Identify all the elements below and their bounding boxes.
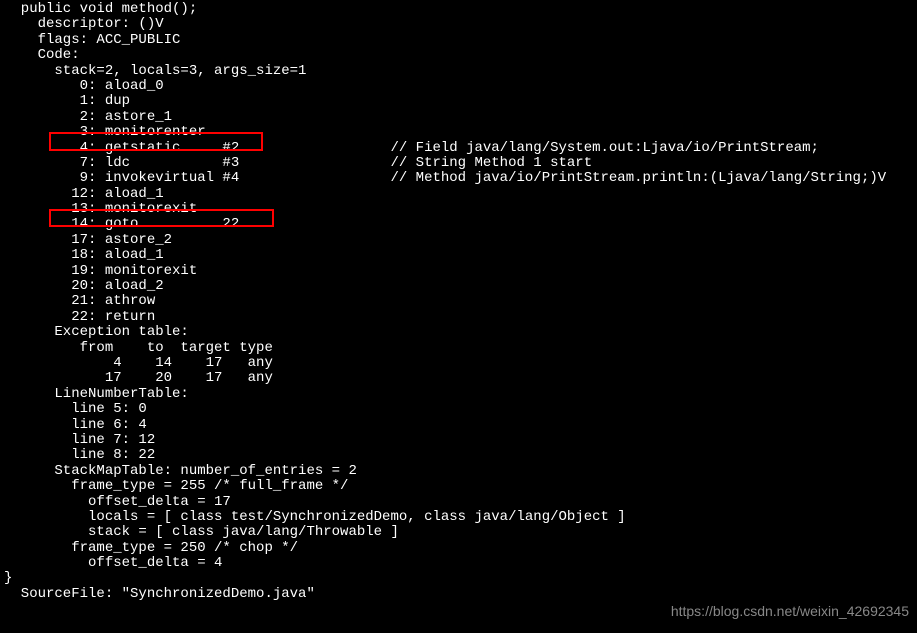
code-line: flags: ACC_PUBLIC bbox=[4, 33, 913, 48]
code-line: 17: astore_2 bbox=[4, 233, 913, 248]
code-line: 19: monitorexit bbox=[4, 264, 913, 279]
code-line: 1: dup bbox=[4, 94, 913, 109]
code-line: 3: monitorenter bbox=[4, 125, 913, 140]
code-line: 0: aload_0 bbox=[4, 79, 913, 94]
bytecode-listing: public void method(); descriptor: ()V fl… bbox=[0, 0, 917, 604]
code-line: 12: aload_1 bbox=[4, 187, 913, 202]
code-line: line 6: 4 bbox=[4, 418, 913, 433]
code-line: 21: athrow bbox=[4, 294, 913, 309]
code-line: } bbox=[4, 571, 913, 586]
code-line: 7: ldc #3 // String Method 1 start bbox=[4, 156, 913, 171]
code-line: offset_delta = 4 bbox=[4, 556, 913, 571]
code-line: 18: aload_1 bbox=[4, 248, 913, 263]
code-line: Code: bbox=[4, 48, 913, 63]
code-line: 4 14 17 any bbox=[4, 356, 913, 371]
code-line: line 7: 12 bbox=[4, 433, 913, 448]
code-line: 17 20 17 any bbox=[4, 371, 913, 386]
code-line: SourceFile: "SynchronizedDemo.java" bbox=[4, 587, 913, 602]
code-line: frame_type = 250 /* chop */ bbox=[4, 541, 913, 556]
code-line: 14: goto 22 bbox=[4, 217, 913, 232]
code-line: 4: getstatic #2 // Field java/lang/Syste… bbox=[4, 141, 913, 156]
code-line: 2: astore_1 bbox=[4, 110, 913, 125]
code-line: offset_delta = 17 bbox=[4, 495, 913, 510]
code-line: line 5: 0 bbox=[4, 402, 913, 417]
code-line: descriptor: ()V bbox=[4, 17, 913, 32]
watermark: https://blog.csdn.net/weixin_42692345 bbox=[671, 603, 909, 619]
code-line: stack = [ class java/lang/Throwable ] bbox=[4, 525, 913, 540]
code-line: StackMapTable: number_of_entries = 2 bbox=[4, 464, 913, 479]
code-line: 13: monitorexit bbox=[4, 202, 913, 217]
code-line: 22: return bbox=[4, 310, 913, 325]
code-line: Exception table: bbox=[4, 325, 913, 340]
code-line: public void method(); bbox=[4, 2, 913, 17]
code-line: stack=2, locals=3, args_size=1 bbox=[4, 64, 913, 79]
code-line: frame_type = 255 /* full_frame */ bbox=[4, 479, 913, 494]
code-line: from to target type bbox=[4, 341, 913, 356]
code-line: line 8: 22 bbox=[4, 448, 913, 463]
code-line: locals = [ class test/SynchronizedDemo, … bbox=[4, 510, 913, 525]
code-line: 20: aload_2 bbox=[4, 279, 913, 294]
code-line: LineNumberTable: bbox=[4, 387, 913, 402]
code-line: 9: invokevirtual #4 // Method java/io/Pr… bbox=[4, 171, 913, 186]
